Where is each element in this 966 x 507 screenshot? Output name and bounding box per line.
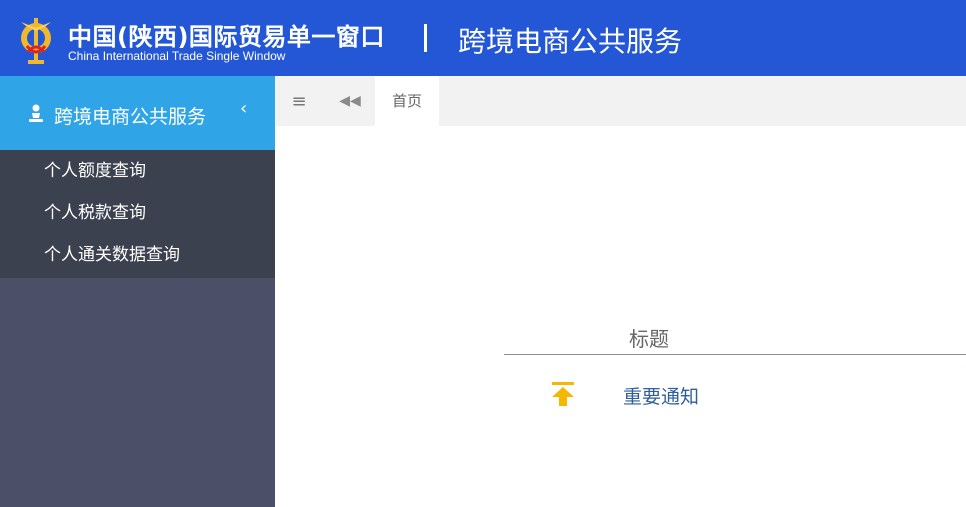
person-icon xyxy=(29,104,43,122)
sidebar: 跨境电商公共服务 ‹ 个人额度查询 个人税款查询 个人通关数据查询 xyxy=(0,76,275,507)
tab-bar: ≡ ◀◀ 首页 xyxy=(275,76,966,126)
customs-logo-icon xyxy=(21,18,51,64)
top-header: 中国(陕西)国际贸易单一窗口 China International Trade… xyxy=(0,0,966,76)
menu-icon[interactable]: ≡ xyxy=(275,76,323,126)
main-content: 标题 重要通知 xyxy=(275,126,966,507)
brand-title-cn: 中国(陕西)国际贸易单一窗口 xyxy=(68,23,385,51)
sidebar-title: 跨境电商公共服务 xyxy=(54,106,207,128)
sidebar-item-tax-query[interactable]: 个人税款查询 xyxy=(0,192,275,234)
notice-link[interactable]: 重要通知 xyxy=(623,382,699,409)
brand-title-en: China International Trade Single Window xyxy=(68,49,286,63)
sidebar-header: 跨境电商公共服务 ‹ xyxy=(0,76,275,150)
tab-home[interactable]: 首页 xyxy=(375,76,439,126)
sidebar-item-clearance-query[interactable]: 个人通关数据查询 xyxy=(0,234,275,276)
service-title: 跨境电商公共服务 xyxy=(458,25,683,58)
double-left-arrow-icon[interactable]: ◀◀ xyxy=(330,76,370,126)
header-divider xyxy=(424,24,427,52)
column-header-title: 标题 xyxy=(629,327,669,351)
column-divider xyxy=(504,354,966,355)
sidebar-menu: 个人额度查询 个人税款查询 个人通关数据查询 xyxy=(0,150,275,278)
chevron-left-icon[interactable]: ‹ xyxy=(240,98,247,119)
sidebar-item-quota-query[interactable]: 个人额度查询 xyxy=(0,150,275,192)
top-arrow-icon xyxy=(552,382,574,406)
